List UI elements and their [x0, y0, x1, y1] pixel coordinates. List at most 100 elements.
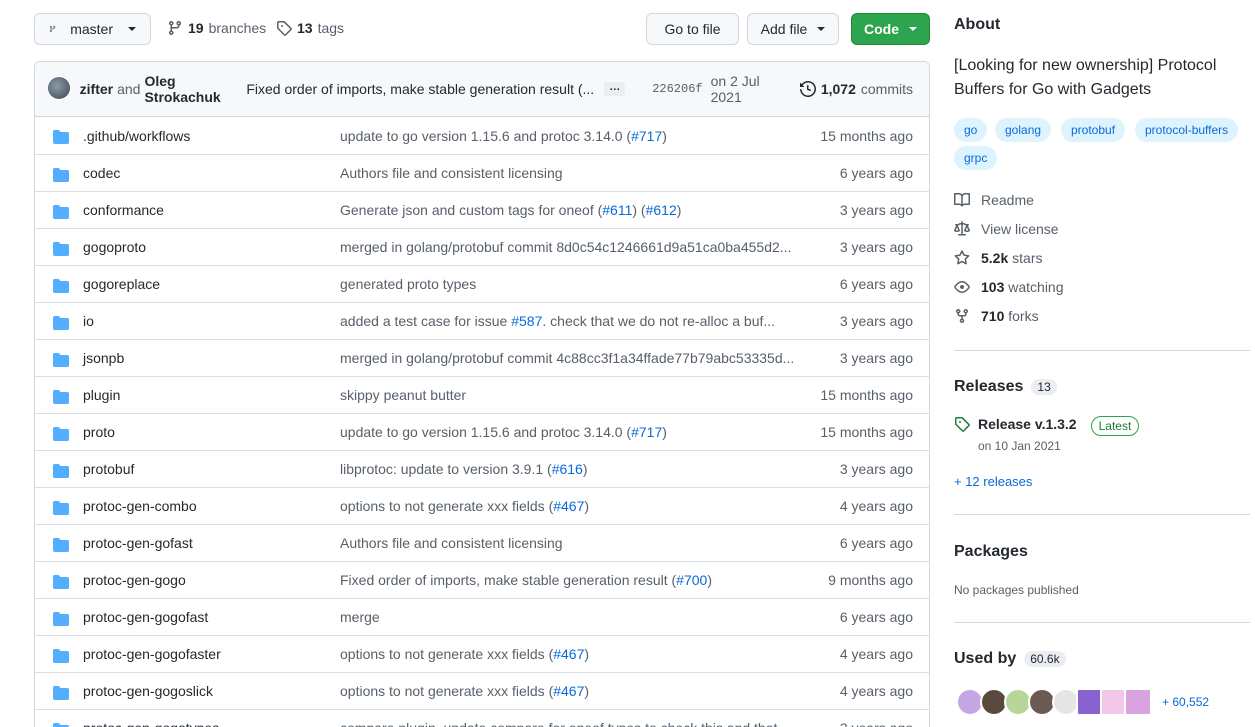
go-to-file-button[interactable]: Go to file	[646, 13, 739, 45]
commit-author-2[interactable]: Oleg Strokachuk	[144, 73, 241, 105]
file-name-link[interactable]: protoc-gen-combo	[83, 498, 197, 514]
topic-go[interactable]: go	[954, 118, 988, 142]
code-button[interactable]: Code	[851, 13, 930, 45]
file-name-link[interactable]: protoc-gen-gogofast	[83, 609, 208, 625]
issue-link[interactable]: #717	[631, 424, 662, 440]
file-name-link[interactable]: proto	[83, 424, 115, 440]
git-branch-icon	[49, 25, 56, 33]
file-name-link[interactable]: jsonpb	[83, 350, 124, 366]
issue-link[interactable]: #700	[676, 572, 707, 588]
topic-golang[interactable]: golang	[995, 118, 1052, 142]
releases-heading[interactable]: Releases 13	[954, 378, 1057, 396]
file-row[interactable]: protobuf libprotoc: update to version 3.9…	[35, 450, 929, 487]
file-row[interactable]: protoc-gen-gogo Fixed order of imports, m…	[35, 561, 929, 598]
latest-release[interactable]: Release v.1.3.2 Latest	[954, 416, 1140, 436]
watching-link[interactable]: 103 watching	[954, 279, 1064, 295]
chevron-down-icon	[909, 27, 917, 31]
issue-link[interactable]: #717	[631, 128, 662, 144]
commit-message-link[interactable]: libprotoc: update to version 3.9.1 (#616…	[340, 461, 588, 477]
file-name-link[interactable]: protoc-gen-gogotypes	[83, 720, 219, 727]
commit-message-link[interactable]: update to go version 1.15.6 and protoc 3…	[340, 424, 667, 440]
file-row[interactable]: protoc-gen-gogotypes compare plugin, upda…	[35, 709, 929, 727]
commit-message-link[interactable]: options to not generate xxx fields (#467…	[340, 646, 589, 662]
issue-link[interactable]: #612	[646, 202, 677, 218]
commit-message-link[interactable]: Generate json and custom tags for oneof …	[340, 202, 681, 218]
commit-sha[interactable]: 226206f	[652, 82, 702, 96]
file-row[interactable]: gogoproto merged in golang/protobuf commi…	[35, 228, 929, 265]
issue-link[interactable]: #587	[511, 313, 542, 329]
commit-message-link[interactable]: Authors file and consistent licensing	[340, 535, 563, 551]
file-row[interactable]: protoc-gen-gogofast merge 6 years ago	[35, 598, 929, 635]
file-row[interactable]: gogoreplace generated proto types 6 years …	[35, 265, 929, 302]
commit-message-link[interactable]: compare plugin, update compare for oneof…	[340, 720, 777, 727]
file-name-link[interactable]: protoc-gen-gogoslick	[83, 683, 213, 699]
used-by-heading[interactable]: Used by 60.6k	[954, 650, 1066, 668]
commit-author-1[interactable]: zifter	[80, 81, 113, 97]
file-name-link[interactable]: io	[83, 313, 94, 329]
issue-link[interactable]: #467	[553, 498, 584, 514]
file-row[interactable]: proto update to go version 1.15.6 and pro…	[35, 413, 929, 450]
file-name-link[interactable]: protobuf	[83, 461, 134, 477]
file-row[interactable]: io added a test case for issue #587. chec…	[35, 302, 929, 339]
commit-expand-button[interactable]: …	[604, 82, 626, 96]
issue-link[interactable]: #611	[602, 202, 632, 218]
branch-name: master	[70, 21, 113, 37]
releases-count: 13	[1031, 379, 1057, 395]
tags-link[interactable]: 13 tags	[276, 20, 344, 36]
commit-history-link[interactable]: 1,072 commits	[799, 81, 913, 97]
commit-message-link[interactable]: merged in golang/protobuf commit 8d0c54c…	[340, 239, 791, 255]
file-name-link[interactable]: protoc-gen-gofast	[83, 535, 193, 551]
used-by-more-link[interactable]: + 60,552	[1162, 695, 1209, 709]
commit-message-link[interactable]: Fixed order of imports, make stable gene…	[340, 572, 712, 588]
file-name-link[interactable]: plugin	[83, 387, 120, 403]
file-name-link[interactable]: protoc-gen-gogofaster	[83, 646, 221, 662]
packages-title: Packages	[954, 543, 1028, 560]
topic-protobuf[interactable]: protobuf	[1061, 118, 1126, 142]
file-row[interactable]: jsonpb merged in golang/protobuf commit 4…	[35, 339, 929, 376]
commit-message-link[interactable]: options to not generate xxx fields (#467…	[340, 683, 589, 699]
avatar[interactable]	[1124, 688, 1152, 716]
packages-heading[interactable]: Packages	[954, 543, 1028, 561]
commit-message-link[interactable]: update to go version 1.15.6 and protoc 3…	[340, 128, 667, 144]
file-name-link[interactable]: codec	[83, 165, 120, 181]
commit-message-link[interactable]: added a test case for issue #587. check …	[340, 313, 775, 329]
file-row[interactable]: .github/workflows update to go version 1.…	[35, 117, 929, 154]
branch-select-button[interactable]: master	[34, 13, 151, 45]
commit-message-text: merged in golang/protobuf commit 8d0c54c…	[340, 239, 792, 255]
file-name-link[interactable]: .github/workflows	[83, 128, 190, 144]
commit-message-link[interactable]: Authors file and consistent licensing	[340, 165, 563, 181]
commit-message-text: options to not generate xxx fields (	[340, 683, 554, 699]
avatar[interactable]	[47, 76, 71, 102]
stars-link[interactable]: 5.2k stars	[954, 250, 1042, 266]
readme-link[interactable]: Readme	[954, 192, 1034, 208]
file-name-link[interactable]: conformance	[83, 202, 164, 218]
file-row[interactable]: protoc-gen-gofast Authors file and consis…	[35, 524, 929, 561]
file-name-link[interactable]: gogoreplace	[83, 276, 160, 292]
file-row[interactable]: protoc-gen-combo options to not generate …	[35, 487, 929, 524]
commit-message-text: options to not generate xxx fields (	[340, 646, 554, 662]
file-row[interactable]: protoc-gen-gogoslick options to not gener…	[35, 672, 929, 709]
commit-message-link[interactable]: generated proto types	[340, 276, 476, 292]
commit-message-link[interactable]: options to not generate xxx fields (#467…	[340, 498, 589, 514]
license-link[interactable]: View license	[954, 221, 1059, 237]
file-name-link[interactable]: gogoproto	[83, 239, 146, 255]
add-file-button[interactable]: Add file	[747, 13, 839, 45]
commit-message-link[interactable]: merged in golang/protobuf commit 4c88cc3…	[340, 350, 794, 366]
file-row[interactable]: plugin skippy peanut butter 15 months ago	[35, 376, 929, 413]
topic-protocol-buffers[interactable]: protocol-buffers	[1135, 118, 1239, 142]
file-row[interactable]: codec Authors file and consistent licensi…	[35, 154, 929, 191]
commit-message-link[interactable]: skippy peanut butter	[340, 387, 466, 403]
topic-grpc[interactable]: grpc	[954, 146, 998, 170]
issue-link[interactable]: #467	[553, 646, 584, 662]
forks-link[interactable]: 710 forks	[954, 308, 1039, 324]
issue-link[interactable]: #467	[553, 683, 584, 699]
commit-message[interactable]: Fixed order of imports, make stable gene…	[246, 81, 594, 97]
commit-message-link[interactable]: merge	[340, 609, 380, 625]
branches-link[interactable]: 19 branches	[167, 20, 266, 36]
more-releases-link[interactable]: + 12 releases	[954, 474, 1032, 489]
used-by-avatars[interactable]: + 60,552	[956, 688, 1209, 716]
file-name-link[interactable]: protoc-gen-gogo	[83, 572, 186, 588]
file-row[interactable]: conformance Generate json and custom tags…	[35, 191, 929, 228]
file-row[interactable]: protoc-gen-gogofaster options to not gene…	[35, 635, 929, 672]
issue-link[interactable]: #616	[552, 461, 583, 477]
